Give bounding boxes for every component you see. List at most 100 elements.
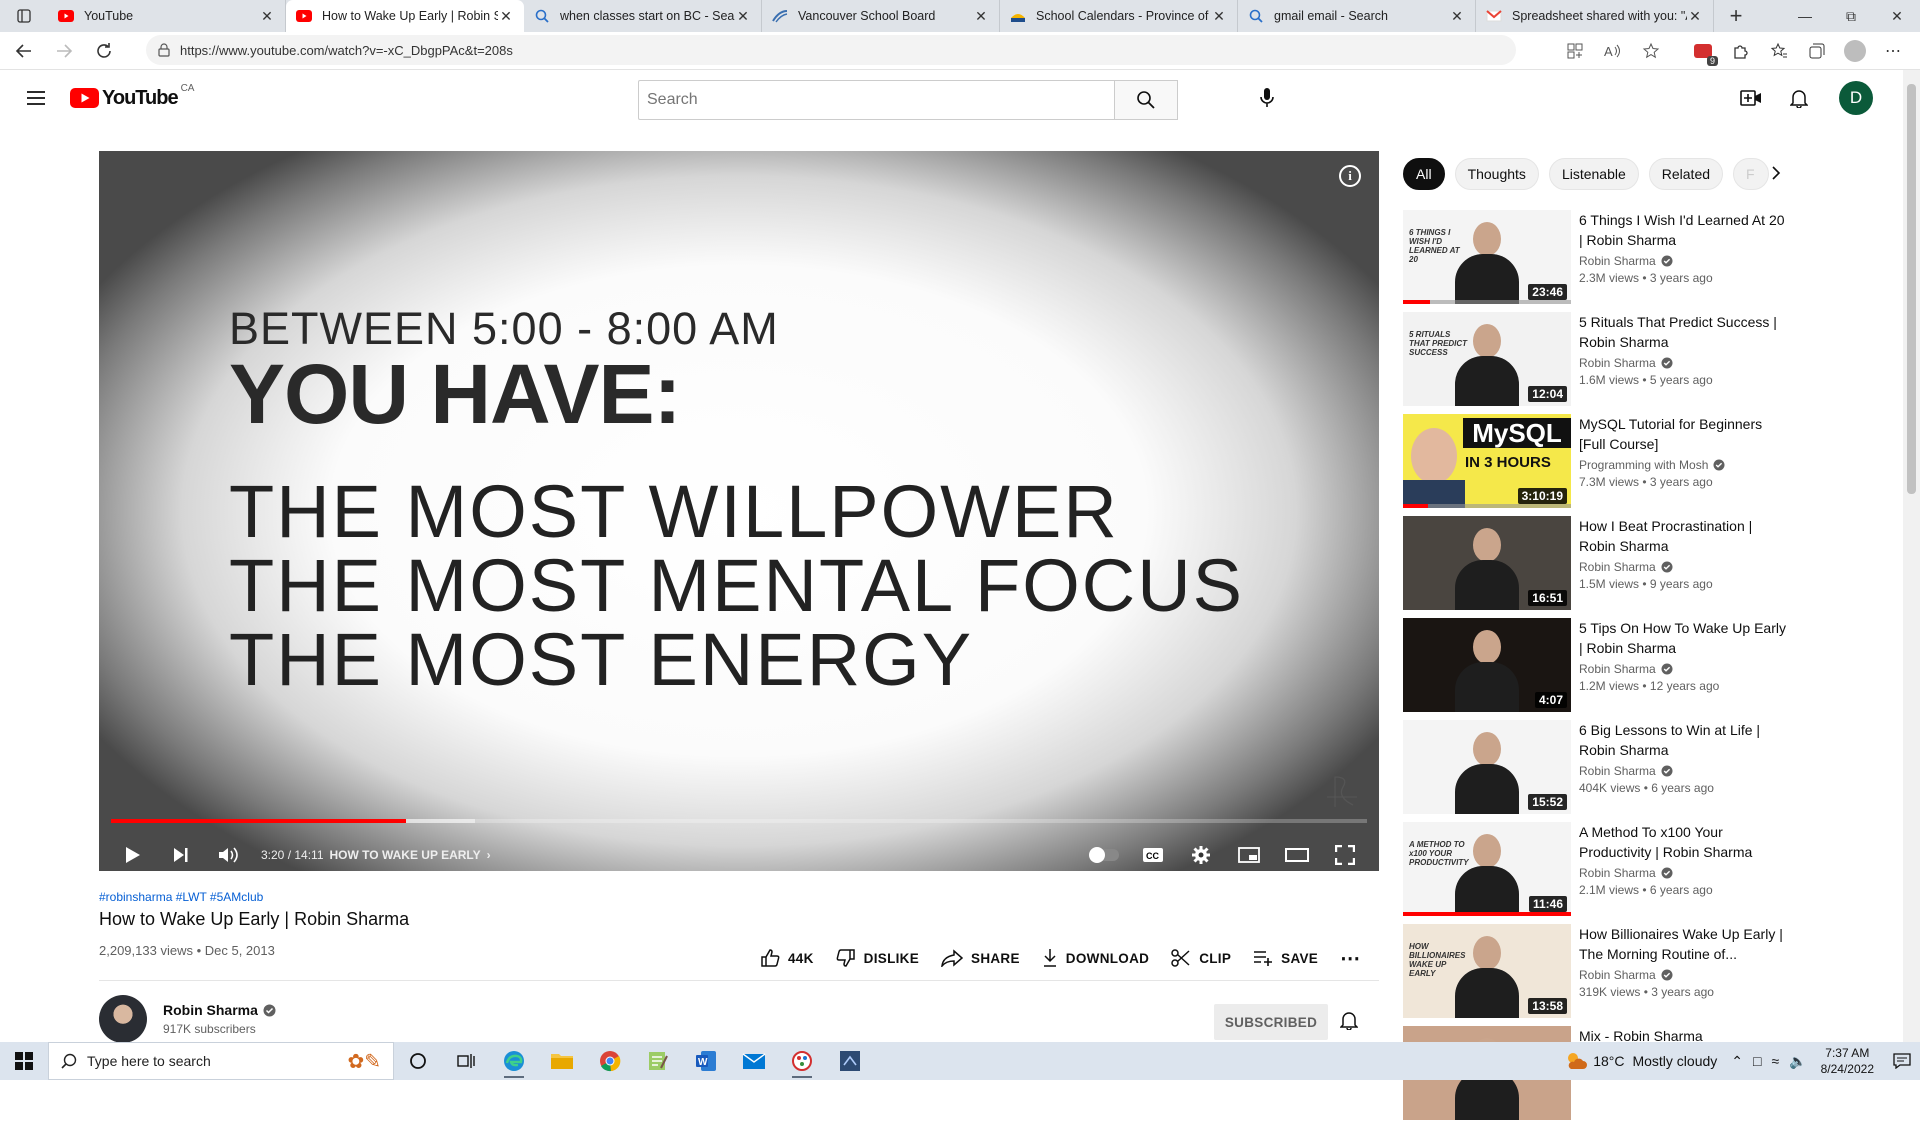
filter-chip[interactable]: Listenable bbox=[1548, 158, 1639, 190]
channel-notifications-button[interactable] bbox=[1340, 1010, 1358, 1030]
forward-button[interactable] bbox=[46, 34, 82, 68]
chapter-title[interactable]: HOW TO WAKE UP EARLY bbox=[330, 848, 481, 862]
more-actions-button[interactable]: ⋯ bbox=[1340, 946, 1360, 971]
tab-actions-button[interactable] bbox=[0, 0, 48, 32]
dislike-button[interactable]: DISLIKE bbox=[836, 948, 919, 968]
recommendation-title[interactable]: 5 Tips On How To Wake Up Early | Robin S… bbox=[1579, 618, 1789, 658]
recommendation-title[interactable]: 5 Rituals That Predict Success | Robin S… bbox=[1579, 312, 1789, 352]
recommendation-channel[interactable]: Robin Sharma bbox=[1579, 560, 1789, 574]
close-tab-button[interactable]: ✕ bbox=[973, 8, 989, 24]
page-scrollbar[interactable] bbox=[1903, 70, 1920, 1042]
extensions-button[interactable] bbox=[1722, 32, 1760, 70]
account-avatar[interactable]: D bbox=[1839, 81, 1873, 115]
recommendation-title[interactable]: 6 Things I Wish I'd Learned At 20 | Robi… bbox=[1579, 210, 1789, 250]
next-button[interactable] bbox=[157, 831, 205, 871]
filter-chip[interactable]: F bbox=[1733, 158, 1770, 190]
taskbar-paint[interactable] bbox=[778, 1042, 826, 1080]
profile-button[interactable] bbox=[1836, 32, 1874, 70]
app-available-button[interactable] bbox=[1556, 32, 1594, 70]
taskbar-mail[interactable] bbox=[730, 1042, 778, 1080]
network-icon[interactable]: ≈ bbox=[1771, 1053, 1779, 1069]
taskbar-search[interactable]: Type here to search ✿✎ bbox=[48, 1042, 394, 1080]
subscribed-button[interactable]: SUBSCRIBED bbox=[1214, 1004, 1328, 1040]
recommendation-channel[interactable]: Robin Sharma bbox=[1579, 764, 1789, 778]
filter-chip[interactable]: Thoughts bbox=[1454, 158, 1539, 190]
voice-search-button[interactable] bbox=[1247, 78, 1287, 118]
video-thumbnail[interactable]: 5 RITUALS THAT PREDICT SUCCESS 12:04 bbox=[1403, 312, 1571, 406]
recommendation-channel[interactable]: Programming with Mosh bbox=[1579, 458, 1789, 472]
recommendation-channel[interactable]: Robin Sharma bbox=[1579, 866, 1789, 880]
info-icon[interactable]: i bbox=[1339, 165, 1361, 187]
taskbar-edge[interactable] bbox=[490, 1042, 538, 1080]
weather-widget[interactable]: 18°C Mostly cloudy bbox=[1565, 1051, 1717, 1071]
browser-tab[interactable]: Spreadsheet shared with you: "A ✕ bbox=[1476, 0, 1714, 32]
recommendation-channel[interactable]: Robin Sharma bbox=[1579, 968, 1789, 982]
video-thumbnail[interactable]: 16:51 bbox=[1403, 516, 1571, 610]
minimize-button[interactable]: — bbox=[1782, 0, 1828, 32]
taskbar-notepad[interactable] bbox=[634, 1042, 682, 1080]
close-window-button[interactable]: ✕ bbox=[1874, 0, 1920, 32]
channel-avatar[interactable] bbox=[99, 995, 147, 1043]
recommendation-channel[interactable]: Robin Sharma bbox=[1579, 662, 1789, 676]
recommendation-title[interactable]: 6 Big Lessons to Win at Life | Robin Sha… bbox=[1579, 720, 1789, 760]
taskbar-file-explorer[interactable] bbox=[538, 1042, 586, 1080]
extension-button[interactable]: 9 bbox=[1684, 32, 1722, 70]
search-button[interactable] bbox=[1114, 80, 1178, 120]
browser-tab[interactable]: How to Wake Up Early | Robin Sharma✕ bbox=[286, 0, 524, 32]
start-button[interactable] bbox=[0, 1042, 48, 1080]
play-button[interactable] bbox=[109, 831, 157, 871]
recommendation-title[interactable]: How Billionaires Wake Up Early | The Mor… bbox=[1579, 924, 1789, 964]
close-tab-button[interactable]: ✕ bbox=[1211, 8, 1227, 24]
recommendation-item[interactable]: 5 RITUALS THAT PREDICT SUCCESS 12:04 5 Rit… bbox=[1403, 312, 1793, 414]
tray-chevron-icon[interactable]: ⌃ bbox=[1731, 1053, 1743, 1070]
add-favorite-button[interactable] bbox=[1632, 32, 1670, 70]
fullscreen-button[interactable] bbox=[1321, 831, 1369, 871]
clip-button[interactable]: CLIP bbox=[1171, 948, 1231, 968]
video-thumbnail[interactable]: 4:07 bbox=[1403, 618, 1571, 712]
save-button[interactable]: SAVE bbox=[1253, 949, 1318, 967]
recommendation-title[interactable]: How I Beat Procrastination | Robin Sharm… bbox=[1579, 516, 1789, 556]
captions-button[interactable]: CC bbox=[1129, 831, 1177, 871]
browser-tab[interactable]: School Calendars - Province of BC ✕ bbox=[1000, 0, 1238, 32]
cortana-button[interactable] bbox=[394, 1042, 442, 1080]
taskbar-clock[interactable]: 7:37 AM 8/24/2022 bbox=[1821, 1045, 1874, 1077]
recommendation-channel[interactable]: Robin Sharma bbox=[1579, 254, 1789, 268]
progress-bar[interactable] bbox=[111, 819, 1367, 823]
filter-chip[interactable]: Related bbox=[1648, 158, 1724, 190]
video-thumbnail[interactable]: A METHOD TO x100 YOUR PRODUCTIVITY 11:46 bbox=[1403, 822, 1571, 916]
search-input[interactable] bbox=[638, 80, 1114, 120]
notification-center-button[interactable] bbox=[1884, 1042, 1920, 1080]
browser-tab[interactable]: Vancouver School Board ✕ bbox=[762, 0, 1000, 32]
task-view-button[interactable] bbox=[442, 1042, 490, 1080]
read-aloud-button[interactable]: A bbox=[1594, 32, 1632, 70]
taskbar-app[interactable] bbox=[826, 1042, 874, 1080]
chapter-chevron-icon[interactable]: › bbox=[487, 848, 491, 862]
video-thumbnail[interactable]: HOW BILLIONAIRES WAKE UP EARLY 13:58 bbox=[1403, 924, 1571, 1018]
volume-icon[interactable]: 🔈 bbox=[1789, 1053, 1806, 1070]
create-button[interactable] bbox=[1731, 78, 1771, 118]
video-thumbnail[interactable]: 15:52 bbox=[1403, 720, 1571, 814]
recommendation-item[interactable]: 4:07 5 Tips On How To Wake Up Early | Rob… bbox=[1403, 618, 1793, 720]
settings-more-button[interactable]: ⋯ bbox=[1874, 32, 1912, 70]
scrollbar-thumb[interactable] bbox=[1907, 84, 1916, 494]
recommendation-item[interactable]: A METHOD TO x100 YOUR PRODUCTIVITY 11:46 A… bbox=[1403, 822, 1793, 924]
recommendation-item[interactable]: MySQL IN 3 HOURS 3:10:19 MySQL Tutorial for… bbox=[1403, 414, 1793, 516]
back-button[interactable] bbox=[6, 34, 42, 68]
browser-tab[interactable]: YouTube ✕ bbox=[48, 0, 286, 32]
new-tab-button[interactable]: + bbox=[1720, 0, 1752, 32]
youtube-logo[interactable]: YouTube CA bbox=[70, 83, 194, 110]
download-button[interactable]: DOWNLOAD bbox=[1042, 948, 1149, 968]
browser-tab[interactable]: gmail email - Search ✕ bbox=[1238, 0, 1476, 32]
like-button[interactable]: 44K bbox=[760, 948, 814, 968]
favorites-button[interactable] bbox=[1760, 32, 1798, 70]
recommendation-title[interactable]: MySQL Tutorial for Beginners [Full Cours… bbox=[1579, 414, 1789, 454]
close-tab-button[interactable]: ✕ bbox=[498, 8, 514, 24]
chips-next-button[interactable] bbox=[1770, 164, 1782, 182]
video-thumbnail[interactable]: 6 THINGS I WISH I'D LEARNED AT 20 23:46 bbox=[1403, 210, 1571, 304]
url-field[interactable]: https://www.youtube.com/watch?v=-xC_Dbgp… bbox=[146, 35, 1516, 65]
settings-button[interactable] bbox=[1177, 831, 1225, 871]
filter-chip[interactable]: All bbox=[1403, 158, 1445, 190]
browser-tab[interactable]: when classes start on BC - Search ✕ bbox=[524, 0, 762, 32]
recommendation-item[interactable]: 6 THINGS I WISH I'D LEARNED AT 20 23:46 6 … bbox=[1403, 210, 1793, 312]
recommendation-channel[interactable]: Robin Sharma bbox=[1579, 356, 1789, 370]
